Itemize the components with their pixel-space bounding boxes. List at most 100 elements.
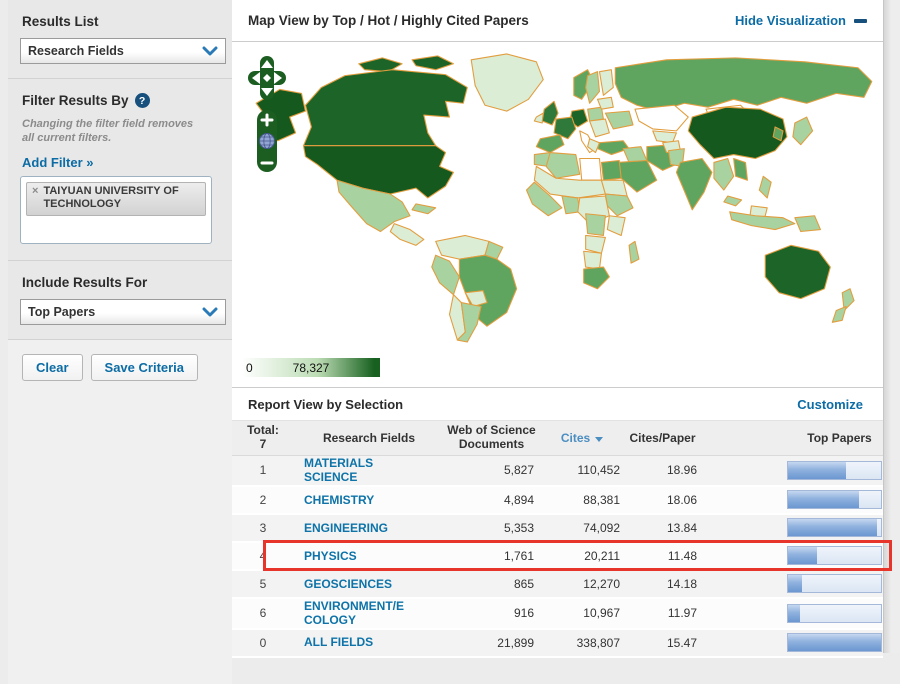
customize-link[interactable]: Customize bbox=[797, 397, 863, 412]
results-list-selected: Research Fields bbox=[28, 44, 124, 58]
table-row: 0 ALL FIELDS 21,899 338,807 15.47 bbox=[232, 629, 883, 658]
top-papers-bar-fill bbox=[788, 547, 817, 565]
map-view-title: Map View by Top / Hot / Highly Cited Pap… bbox=[248, 13, 529, 28]
top-papers-bar-fill bbox=[788, 519, 878, 537]
country-greenland bbox=[470, 53, 544, 112]
research-field-link[interactable]: CHEMISTRY bbox=[304, 493, 374, 507]
country-ukraine bbox=[604, 110, 634, 130]
save-criteria-button[interactable]: Save Criteria bbox=[90, 353, 199, 381]
country-drc bbox=[585, 213, 606, 237]
report-table: Total: 7 Research Fields Web of Science … bbox=[232, 420, 892, 658]
top-papers-bar-fill bbox=[788, 491, 859, 509]
row-cites: 110,452 bbox=[577, 463, 621, 478]
actions-section: Clear Save Criteria bbox=[8, 339, 232, 684]
row-docs: 5,353 bbox=[503, 520, 534, 535]
country-nigeria bbox=[561, 195, 581, 215]
top-papers-cell bbox=[700, 603, 883, 623]
col-header-total: Total: 7 bbox=[247, 423, 279, 451]
research-field-link[interactable]: MATERIALS SCIENCE bbox=[304, 456, 373, 485]
top-papers-bar bbox=[787, 574, 882, 594]
country-canada bbox=[302, 69, 468, 147]
country-russia bbox=[614, 57, 873, 112]
row-rank: 5 bbox=[259, 576, 267, 591]
include-selected: Top Papers bbox=[28, 304, 96, 319]
top-papers-cell bbox=[700, 460, 883, 480]
row-cites-per-paper: 13.84 bbox=[666, 520, 697, 535]
region-namibia-botswana bbox=[583, 250, 602, 270]
row-cites-per-paper: 11.97 bbox=[667, 606, 697, 621]
country-philippines bbox=[758, 175, 772, 199]
country-vietnam bbox=[733, 157, 749, 181]
map-header: Map View by Top / Hot / Highly Cited Pap… bbox=[232, 0, 883, 42]
main-panel: Map View by Top / Hot / Highly Cited Pap… bbox=[232, 0, 892, 658]
table-row: 2 CHEMISTRY 4,894 88,381 18.06 bbox=[232, 486, 883, 515]
row-rank: 0 bbox=[259, 635, 267, 650]
region-myanmar-thailand bbox=[713, 157, 735, 191]
top-papers-bar-fill bbox=[788, 461, 846, 479]
row-cites: 12,270 bbox=[583, 576, 620, 591]
filter-heading: Filter Results By bbox=[22, 93, 129, 108]
right-gutter bbox=[884, 0, 900, 653]
results-list-section: Results List Research Fields bbox=[8, 0, 232, 79]
country-libya bbox=[579, 157, 602, 181]
row-cites-per-paper: 15.47 bbox=[666, 635, 697, 650]
col-header-research-fields: Research Fields bbox=[322, 431, 416, 445]
country-peru bbox=[431, 254, 460, 296]
row-cites-per-paper: 11.48 bbox=[667, 548, 697, 563]
add-filter-link[interactable]: Add Filter » bbox=[22, 155, 94, 170]
col-header-cites-per-paper: Cites/Paper bbox=[629, 431, 696, 445]
country-kazakhstan bbox=[634, 104, 689, 132]
research-field-link[interactable]: ENVIRONMENT/E COLOGY bbox=[304, 599, 404, 628]
region-central-america bbox=[389, 223, 425, 246]
col-header-wos-documents: Web of Science Documents bbox=[447, 423, 536, 451]
row-rank: 1 bbox=[259, 463, 267, 478]
research-field-link[interactable]: ENGINEERING bbox=[304, 521, 388, 535]
table-row: 1 MATERIALS SCIENCE 5,827 110,452 18.96 bbox=[232, 456, 883, 487]
table-row: 5 GEOSCIENCES 865 12,270 14.18 bbox=[232, 570, 883, 599]
row-rank: 3 bbox=[259, 520, 267, 535]
row-docs: 21,899 bbox=[497, 635, 534, 650]
country-canada-arctic bbox=[411, 55, 454, 71]
include-select[interactable]: Top Papers bbox=[20, 298, 226, 325]
filter-tag-label: TAIYUAN UNIVERSITY OF TECHNOLOGY bbox=[43, 184, 179, 211]
legend-min-value: 0 bbox=[246, 361, 253, 375]
results-list-select[interactable]: Research Fields bbox=[20, 38, 226, 64]
row-cites-per-paper: 18.96 bbox=[666, 463, 697, 478]
legend-max-value: 78,327 bbox=[292, 361, 330, 375]
world-map[interactable] bbox=[238, 48, 883, 344]
country-malaysia bbox=[723, 195, 743, 207]
row-cites: 74,092 bbox=[583, 520, 620, 535]
region-angola-zambia bbox=[585, 234, 606, 254]
country-spain bbox=[535, 134, 565, 154]
map-legend: 0 78,327 bbox=[232, 354, 883, 388]
research-field-link[interactable]: PHYSICS bbox=[304, 549, 357, 563]
remove-filter-icon[interactable]: × bbox=[32, 185, 38, 213]
row-cites-per-paper: 18.06 bbox=[666, 492, 697, 507]
country-ethiopia bbox=[604, 193, 634, 217]
hide-visualization-link[interactable]: Hide Visualization bbox=[735, 13, 867, 28]
country-algeria bbox=[545, 152, 581, 179]
country-new-zealand bbox=[831, 305, 847, 323]
sort-desc-icon bbox=[595, 437, 604, 442]
results-list-heading: Results List bbox=[22, 14, 99, 29]
row-rank: 4 bbox=[259, 548, 267, 563]
country-india bbox=[675, 157, 713, 211]
research-field-link[interactable]: GEOSCIENCES bbox=[304, 577, 392, 591]
help-icon[interactable]: ? bbox=[134, 93, 150, 108]
table-row: 6 ENVIRONMENT/E COLOGY 916 10,967 11.97 bbox=[232, 598, 883, 630]
top-papers-bar-fill bbox=[788, 634, 881, 652]
country-madagascar bbox=[628, 240, 640, 264]
filter-note: Changing the filter field removes all cu… bbox=[22, 118, 194, 145]
top-papers-bar bbox=[787, 518, 882, 538]
col-header-cites[interactable]: Cites bbox=[539, 429, 625, 447]
top-papers-cell bbox=[700, 518, 883, 538]
top-papers-bar-fill bbox=[788, 604, 801, 622]
map-pan-control[interactable] bbox=[248, 56, 286, 100]
top-papers-bar-fill bbox=[788, 575, 802, 593]
row-docs: 916 bbox=[513, 606, 534, 621]
table-row: 3 ENGINEERING 5,353 74,092 13.84 bbox=[232, 514, 883, 543]
research-field-link[interactable]: ALL FIELDS bbox=[304, 635, 373, 649]
row-rank: 2 bbox=[259, 492, 267, 507]
clear-button[interactable]: Clear bbox=[22, 353, 83, 381]
map-zoom-control[interactable] bbox=[257, 110, 277, 172]
